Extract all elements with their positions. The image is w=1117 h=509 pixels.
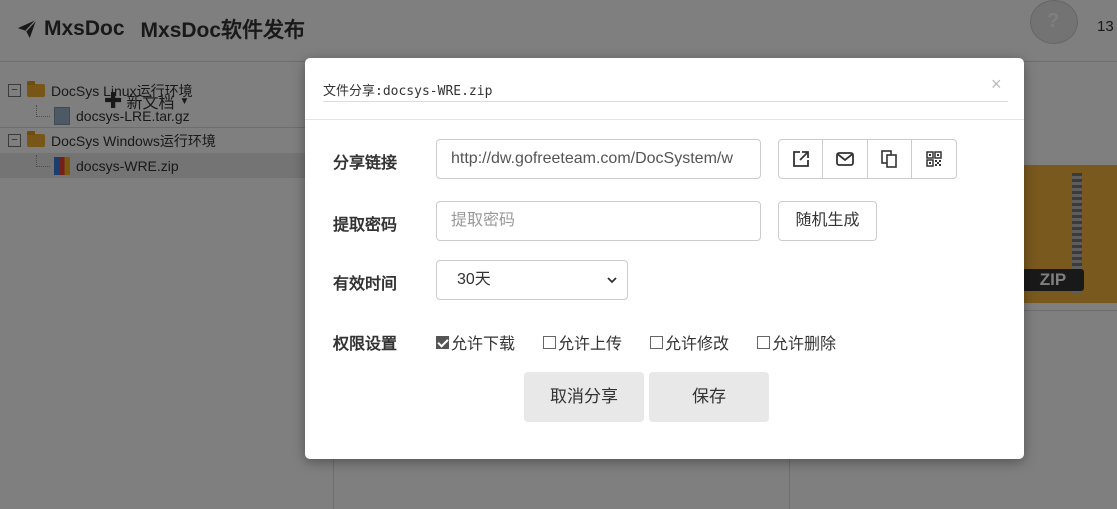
open-link-icon[interactable] [779,140,824,178]
permission-label: 允许删除 [772,336,837,353]
expire-select[interactable]: 30天 [436,260,628,300]
checkbox[interactable] [757,335,771,349]
permission-label: 允许修改 [665,336,730,353]
expire-value: 30天 [457,271,491,288]
dialog-title: 文件分享:docsys-WRE.zip [323,78,1008,102]
chevron-down-icon [607,277,617,284]
permission-upload[interactable]: 允许上传 [543,330,622,354]
share-link-input[interactable]: http://dw.gofreeteam.com/DocSystem/w [436,139,761,179]
close-icon[interactable]: × [991,74,1002,95]
permission-delete[interactable]: 允许删除 [757,330,836,354]
copy-icon[interactable] [868,140,912,178]
cancel-share-button[interactable]: 取消分享 [524,372,644,422]
dialog-header: 文件分享:docsys-WRE.zip × [305,58,1024,120]
save-button[interactable]: 保存 [649,372,769,422]
link-action-group [778,139,957,179]
password-input[interactable]: 提取密码 [436,201,761,241]
email-icon[interactable] [823,140,868,178]
permissions-label: 权限设置 [333,336,398,353]
permission-label: 允许上传 [558,336,623,353]
expire-label: 有效时间 [333,276,398,293]
share-link-label: 分享链接 [333,155,398,172]
password-label: 提取密码 [333,217,398,234]
permission-modify[interactable]: 允许修改 [650,330,729,354]
checkbox-checked[interactable] [436,335,449,349]
checkbox[interactable] [543,335,557,349]
permission-label: 允许下载 [451,336,516,353]
permission-download[interactable]: 允许下载 [436,330,515,354]
random-generate-button[interactable]: 随机生成 [778,201,877,241]
checkbox[interactable] [650,335,664,349]
qrcode-icon[interactable] [912,140,956,178]
share-dialog: 文件分享:docsys-WRE.zip × 分享链接 http://dw.gof… [305,58,1024,459]
permission-checkboxes: 允许下载 允许上传 允许修改 允许删除 [436,330,864,354]
